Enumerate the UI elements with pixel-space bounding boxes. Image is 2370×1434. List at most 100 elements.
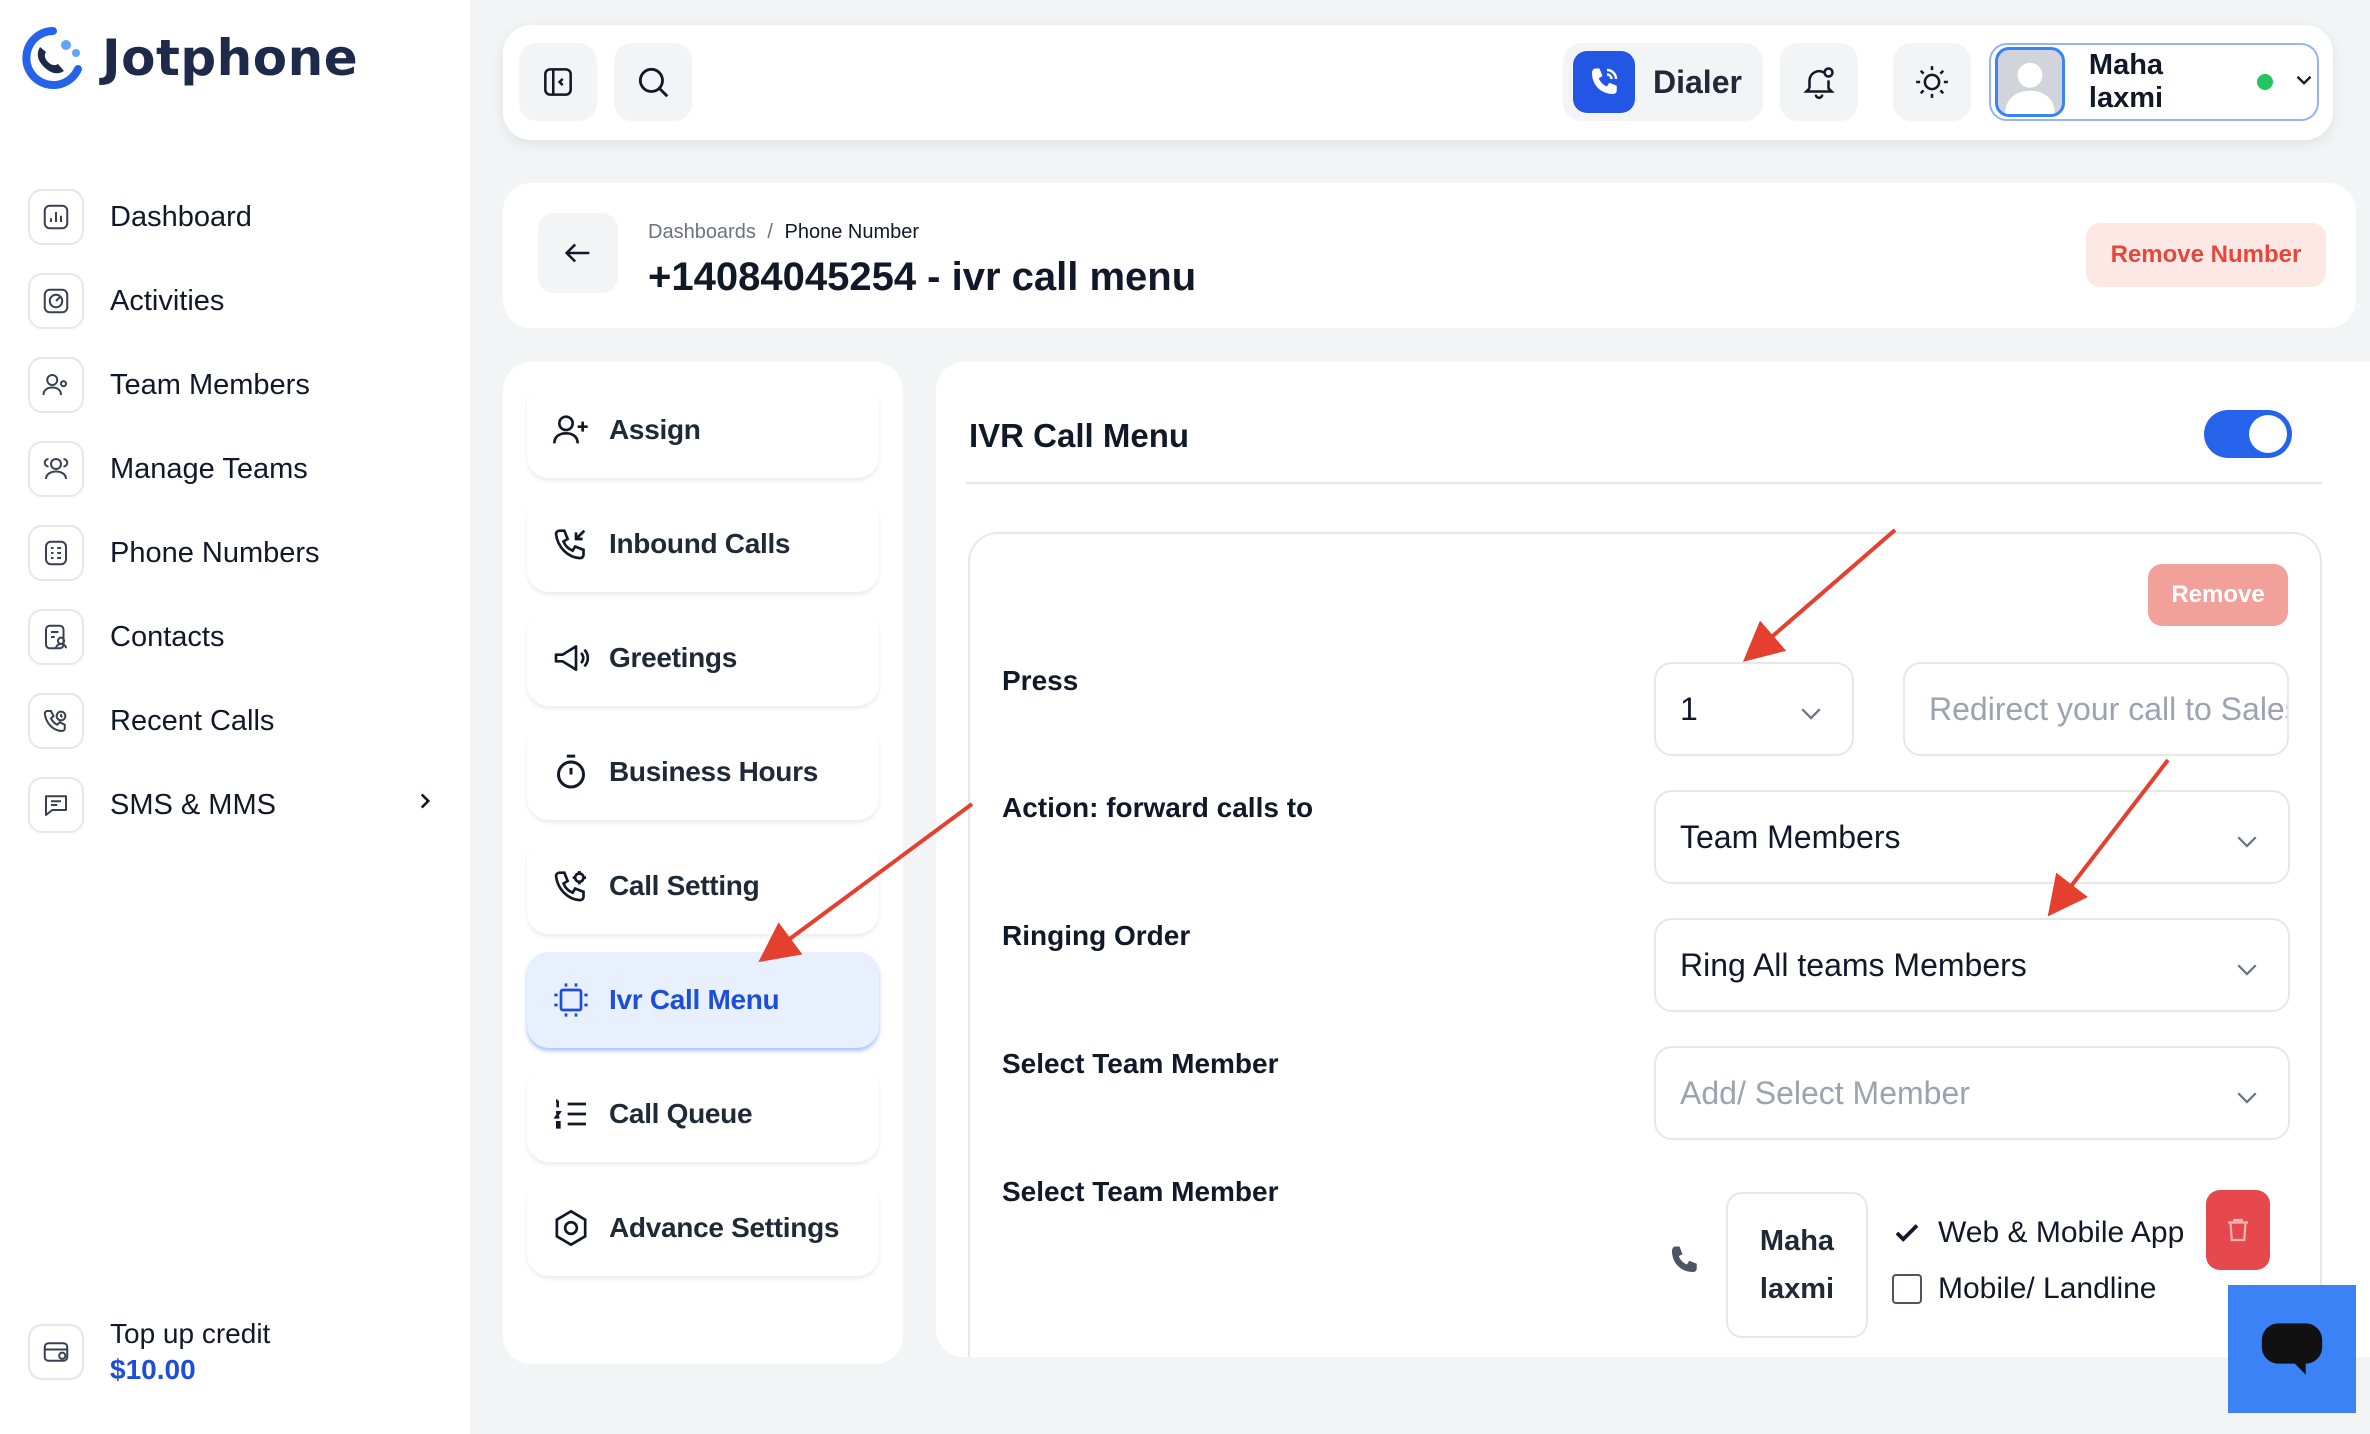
menu-item-label: Advance Settings — [609, 1212, 840, 1243]
sidebar-item-label: Team Members — [110, 368, 310, 401]
chevron-right-icon[interactable] — [412, 788, 438, 822]
notifications-button[interactable] — [1780, 43, 1858, 121]
ivr-menu-icon — [554, 983, 588, 1017]
dashboard-icon — [28, 189, 84, 245]
select-member-placeholder: Add/ Select Member — [1680, 1074, 1970, 1111]
breadcrumb-separator: / — [767, 221, 773, 243]
main-nav: Dashboard Activities Team Members Manage… — [28, 175, 438, 847]
sidebar-item-dashboard[interactable]: Dashboard — [28, 175, 438, 259]
ringing-order-select[interactable]: Ring All teams Members — [1654, 918, 2290, 1012]
sidebar-toggle-icon — [544, 68, 572, 96]
breadcrumb-current: Phone Number — [784, 221, 920, 243]
press-label: Press — [1002, 665, 1079, 696]
menu-item-label: Greetings — [609, 642, 738, 673]
mobile-landline-option[interactable]: Mobile/ Landline — [1892, 1272, 2156, 1306]
phone-icon — [1573, 51, 1635, 113]
recent-calls-icon — [28, 693, 84, 749]
dialer-button[interactable]: Dialer — [1563, 43, 1763, 121]
select-member-dropdown[interactable]: Add/ Select Member — [1654, 1046, 2290, 1140]
menu-item-advance-settings[interactable]: Advance Settings — [527, 1180, 879, 1276]
press-key-value: 1 — [1680, 690, 1698, 727]
sidebar-item-activities[interactable]: Activities — [28, 259, 438, 343]
activities-icon — [28, 273, 84, 329]
collapse-sidebar-button[interactable] — [519, 43, 597, 121]
credit-label: Top up credit — [110, 1318, 271, 1349]
delete-member-button[interactable] — [2206, 1190, 2270, 1270]
remove-number-button[interactable]: Remove Number — [2086, 223, 2326, 287]
sms-icon — [28, 777, 84, 833]
inbound-call-icon — [554, 529, 586, 560]
menu-item-call-setting[interactable]: Call Setting — [527, 838, 879, 934]
stopwatch-icon — [557, 754, 585, 789]
press-key-select[interactable]: 1 — [1654, 662, 1854, 756]
sidebar-item-contacts[interactable]: Contacts — [28, 595, 438, 679]
ringing-order-value: Ring All teams Members — [1680, 946, 2027, 983]
breadcrumb-dashboards[interactable]: Dashboards — [648, 221, 756, 243]
user-name: Maha laxmi — [2088, 49, 2164, 114]
wallet-icon — [28, 1324, 84, 1380]
credit-value: $10.00 — [110, 1354, 196, 1385]
remove-option-button[interactable]: Remove — [2148, 564, 2288, 626]
app-name: Jotphone — [102, 29, 359, 87]
chevron-down-icon — [2232, 954, 2262, 992]
user-menu[interactable]: Maha laxmi — [1989, 43, 2319, 121]
ringing-order-label: Ringing Order — [1002, 920, 1191, 951]
credit-text: Top up credit $10.00 — [110, 1318, 270, 1386]
action-select[interactable]: Team Members — [1654, 790, 2290, 884]
top-up-credit[interactable]: Top up credit $10.00 — [28, 1318, 270, 1386]
menu-item-call-queue[interactable]: Call Queue — [527, 1066, 879, 1162]
web-mobile-app-option[interactable]: Web & Mobile App — [1892, 1216, 2184, 1250]
mobile-landline-label: Mobile/ Landline — [1938, 1272, 2157, 1305]
chevron-down-icon — [2232, 826, 2262, 864]
jotphone-logo-icon — [20, 25, 86, 91]
chat-widget-button[interactable] — [2228, 1285, 2356, 1413]
contacts-icon — [28, 609, 84, 665]
ordered-list-icon — [553, 1099, 586, 1129]
chevron-down-icon — [1796, 698, 1826, 736]
web-mobile-app-label: Web & Mobile App — [1938, 1216, 2185, 1249]
action-label: Action: forward calls to — [1002, 792, 1314, 823]
sidebar-item-label: Dashboard — [110, 200, 252, 233]
sidebar-item-label: SMS & MMS — [110, 788, 276, 821]
menu-item-ivr-call-menu[interactable]: Ivr Call Menu — [527, 952, 879, 1048]
redirect-message-input[interactable] — [1903, 662, 2289, 756]
menu-item-business-hours[interactable]: Business Hours — [527, 724, 879, 820]
menu-item-greetings[interactable]: Greetings — [527, 610, 879, 706]
sidebar-item-sms-mms[interactable]: SMS & MMS — [28, 763, 438, 847]
menu-item-label: Business Hours — [609, 756, 818, 787]
number-settings-menu: Assign Inbound Calls Greetings Business … — [503, 362, 903, 1364]
page-header: Dashboards / Phone Number +14084045254 -… — [503, 183, 2356, 328]
web-mobile-app-checkbox[interactable] — [1892, 1218, 1922, 1248]
logo[interactable]: Jotphone — [20, 25, 358, 91]
member-last-name: laxmi — [1759, 1273, 1835, 1305]
ivr-heading: IVR Call Menu — [969, 417, 1190, 454]
theme-toggle-button[interactable] — [1893, 43, 1971, 121]
arrow-left-icon — [564, 243, 590, 263]
menu-item-inbound-calls[interactable]: Inbound Calls — [527, 496, 879, 592]
sidebar-item-label: Contacts — [110, 620, 225, 653]
manage-teams-icon — [28, 441, 84, 497]
avatar — [1995, 47, 2065, 117]
chevron-down-icon — [2232, 1082, 2262, 1120]
back-button[interactable] — [538, 213, 618, 293]
phone-handset-icon — [1666, 1242, 1702, 1283]
action-value: Team Members — [1680, 818, 1901, 855]
sidebar-item-recent-calls[interactable]: Recent Calls — [28, 679, 438, 763]
sidebar-item-label: Activities — [110, 284, 225, 317]
menu-item-label: Ivr Call Menu — [609, 984, 780, 1015]
call-settings-icon — [554, 871, 586, 902]
page-title: +14084045254 - ivr call menu — [648, 255, 1197, 299]
sidebar: Jotphone Dashboard Activities Team Membe… — [0, 0, 470, 1434]
online-status-dot — [2257, 74, 2273, 90]
divider — [966, 482, 2322, 484]
top-bar: Dialer Maha laxmi — [503, 25, 2333, 140]
search-button[interactable] — [614, 43, 692, 121]
mobile-landline-checkbox[interactable] — [1892, 1274, 1922, 1304]
user-avatar-icon — [2005, 62, 2055, 114]
ivr-enabled-toggle[interactable] — [2204, 410, 2292, 458]
sidebar-item-team-members[interactable]: Team Members — [28, 343, 438, 427]
menu-item-assign[interactable]: Assign — [527, 382, 879, 478]
team-members-icon — [28, 357, 84, 413]
sidebar-item-manage-teams[interactable]: Manage Teams — [28, 427, 438, 511]
sidebar-item-phone-numbers[interactable]: Phone Numbers — [28, 511, 438, 595]
